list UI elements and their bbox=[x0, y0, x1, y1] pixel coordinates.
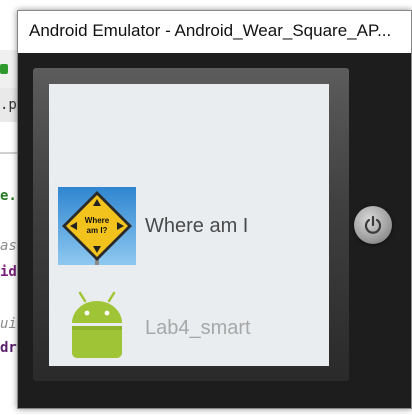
code-fragment: as bbox=[0, 238, 17, 254]
ide-line-divider bbox=[0, 152, 18, 154]
app-label: Where am I bbox=[145, 215, 249, 237]
run-icon[interactable] bbox=[0, 64, 8, 74]
power-icon bbox=[364, 215, 382, 234]
app-label: Lab4_smart bbox=[145, 317, 251, 339]
window-title: Android Emulator - Android_Wear_Square_A… bbox=[29, 21, 392, 40]
svg-text:am I?: am I? bbox=[87, 226, 108, 235]
code-fragment: id bbox=[0, 264, 17, 280]
android-robot-icon bbox=[58, 289, 136, 367]
svg-text:Where: Where bbox=[85, 216, 110, 225]
where-am-i-sign-icon: Where am I? bbox=[58, 187, 136, 265]
app-item-where-am-i[interactable]: Where am I? Where am I bbox=[58, 187, 320, 267]
window-titlebar[interactable]: Android Emulator - Android_Wear_Square_A… bbox=[18, 11, 411, 53]
app-item-lab4-smart[interactable]: Lab4_smart bbox=[58, 289, 320, 369]
power-button[interactable] bbox=[354, 206, 392, 244]
code-fragment: dr bbox=[0, 340, 17, 356]
watch-screen[interactable]: Where am I? Where am I Lab4_smart bbox=[49, 84, 329, 366]
emulator-window: Android Emulator - Android_Wear_Square_A… bbox=[17, 10, 412, 409]
code-fragment: ui bbox=[0, 316, 17, 332]
code-fragment: e. bbox=[0, 188, 17, 204]
